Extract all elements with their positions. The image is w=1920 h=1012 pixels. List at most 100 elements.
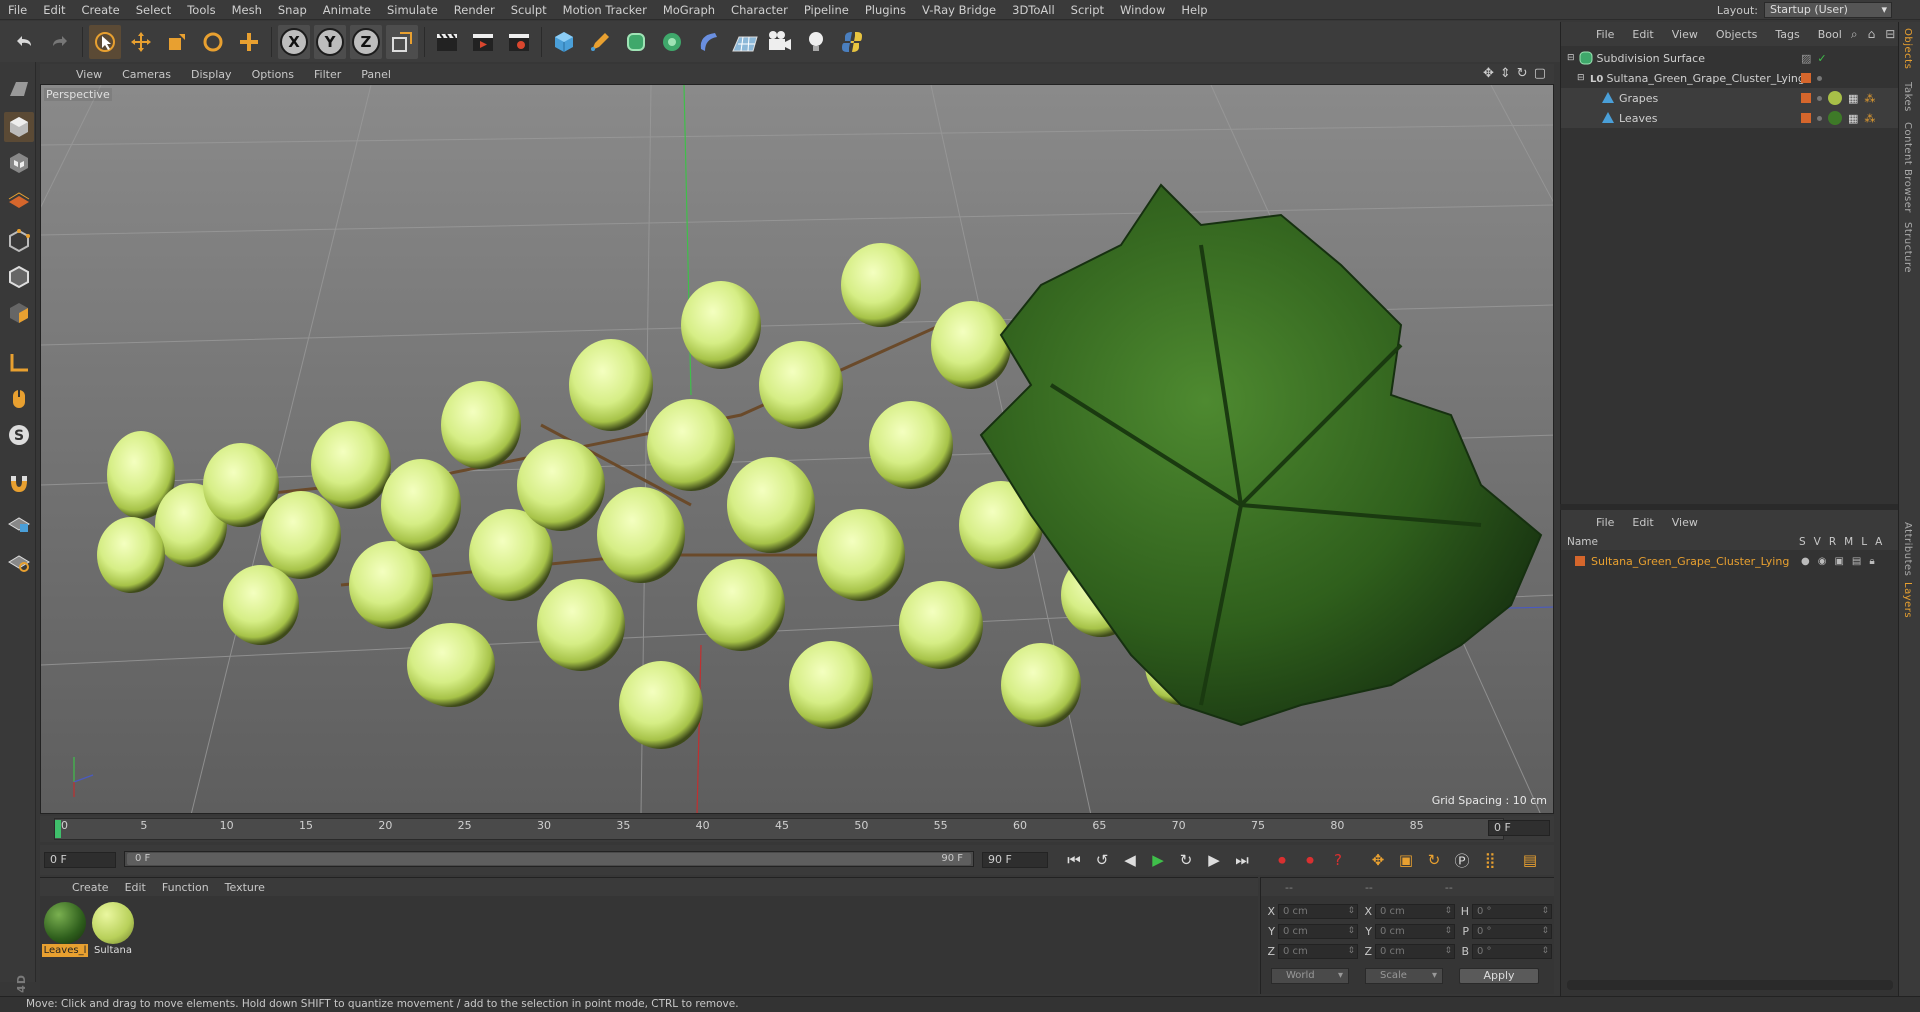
viewport-menu-display[interactable]: Display [181,68,242,81]
layer-color-icon[interactable] [1801,113,1811,123]
visibility-dot-icon[interactable] [1817,75,1822,81]
live-selection-button[interactable] [89,24,121,59]
menu-file[interactable]: File [0,0,35,20]
viewport-menu-cameras[interactable]: Cameras [112,68,181,81]
pan-icon[interactable]: ✥ [1483,66,1494,81]
material-sultana[interactable]: Sultana [90,902,136,960]
timeline-frame-field[interactable]: 0 F [1488,820,1550,836]
menu-help[interactable]: Help [1173,0,1215,20]
mograph-cloner-button[interactable] [656,25,688,59]
next-key-button[interactable]: ↻ [1174,848,1198,872]
subdivision-button[interactable] [620,25,652,59]
dolly-icon[interactable]: ⇕ [1500,66,1511,81]
menu-window[interactable]: Window [1112,0,1173,20]
layers-menu-edit[interactable]: Edit [1623,516,1662,529]
solo-dot-icon[interactable]: ● [1801,556,1810,567]
position-x-field[interactable]: 0 cm [1278,903,1358,919]
menu-animate[interactable]: Animate [315,0,379,20]
apply-button[interactable]: Apply [1459,968,1539,984]
y-axis-button[interactable]: Y [314,24,346,59]
menu-create[interactable]: Create [74,0,128,20]
key-scale-button[interactable]: ▣ [1394,848,1418,872]
next-frame-button[interactable]: ▶ [1202,848,1226,872]
lock-icon[interactable]: 🔒︎ [1869,556,1874,567]
menu-3dtoall[interactable]: 3DToAll [1004,0,1063,20]
perspective-viewport[interactable]: Perspective Grid Spacing : 10 cm [40,84,1554,814]
polygons-mode-button[interactable] [4,298,34,328]
menu-vray-bridge[interactable]: V-Ray Bridge [914,0,1004,20]
size-x-field[interactable]: 0 cm [1375,903,1455,919]
workplane-snap-button[interactable] [4,546,34,576]
object-row-grape-cluster[interactable]: ⊟ L0 Sultana_Green_Grape_Cluster_Lying [1561,68,1899,88]
go-to-end-button[interactable]: ⏭ [1230,848,1254,872]
layer-color-icon[interactable] [1801,93,1811,103]
phong-tag-icon[interactable]: ⁂ [1864,112,1875,125]
menu-select[interactable]: Select [128,0,179,20]
render-icon[interactable]: ▣ [1834,556,1843,567]
eye-icon[interactable]: ◉ [1818,556,1827,567]
make-editable-button[interactable] [4,74,34,104]
objects-menu-objects[interactable]: Objects [1707,28,1767,41]
cube-button[interactable] [548,25,580,59]
layers-menu-file[interactable]: File [1587,516,1623,529]
layer-color-icon[interactable] [1575,556,1585,566]
objects-menu-view[interactable]: View [1663,28,1707,41]
objects-menu-edit[interactable]: Edit [1623,28,1662,41]
search-icon[interactable]: ⌕ [1851,27,1858,42]
tab-layers[interactable]: Layers [1902,582,1913,618]
material-tag-icon[interactable] [1828,91,1842,105]
tab-takes[interactable]: Takes [1902,82,1913,112]
snap-button[interactable]: S [4,420,34,450]
object-row-subdivision-surface[interactable]: ⊟ Subdivision Surface ▨ ✓ [1561,48,1899,68]
rotation-b-field[interactable]: 0 ° [1472,943,1552,959]
preview-range-slider[interactable]: 0 F 90 F [124,851,974,867]
tweak-mode-button[interactable] [4,384,34,414]
orbit-icon[interactable]: ↻ [1517,66,1528,81]
phong-tag-icon[interactable]: ⁂ [1864,92,1875,105]
material-menu-create[interactable]: Create [64,881,117,894]
uvw-tag-icon[interactable]: ▦ [1848,92,1858,105]
pen-tool-button[interactable] [584,25,616,59]
workplane-grid-button[interactable] [4,508,34,538]
tab-objects[interactable]: Objects [1902,28,1913,69]
layer-horizontal-scrollbar[interactable] [1567,980,1893,990]
rotation-h-field[interactable]: 0 ° [1472,903,1552,919]
move-tool-button[interactable] [125,25,157,59]
object-row-grapes[interactable]: Grapes ▦ ⁂ [1561,88,1899,108]
timeline-window-button[interactable]: ▤ [1518,848,1542,872]
menu-mograph[interactable]: MoGraph [655,0,723,20]
light-button[interactable] [800,25,832,59]
undo-button[interactable] [8,25,40,59]
key-rotation-button[interactable]: ↻ [1422,848,1446,872]
menu-mesh[interactable]: Mesh [224,0,270,20]
workplane-button[interactable] [4,184,34,214]
model-mode-button[interactable] [4,112,34,142]
key-pla-button[interactable]: ⣿ [1478,848,1502,872]
tab-structure[interactable]: Structure [1902,222,1913,273]
objects-menu-bool[interactable]: Bool [1809,28,1851,41]
preview-range-bar[interactable]: 0 F 90 F [127,853,971,865]
python-button[interactable] [836,25,868,59]
auto-key-button[interactable]: ⏺ [1298,848,1322,872]
visibility-dot-icon[interactable] [1817,95,1822,101]
material-tag-icon[interactable] [1828,111,1842,125]
deformer-button[interactable] [692,25,724,59]
previous-frame-button[interactable]: ◀ [1118,848,1142,872]
previous-key-button[interactable]: ↺ [1090,848,1114,872]
tab-content-browser[interactable]: Content Browser [1902,122,1913,213]
menu-motion-tracker[interactable]: Motion Tracker [555,0,655,20]
menu-pipeline[interactable]: Pipeline [796,0,857,20]
menu-render[interactable]: Render [446,0,503,20]
size-y-field[interactable]: 0 cm [1375,923,1455,939]
key-parameter-button[interactable]: Ⓟ [1450,848,1474,872]
current-frame-field[interactable]: 0 F [44,852,116,868]
z-axis-button[interactable]: Z [350,24,382,59]
tab-attributes[interactable]: Attributes [1902,522,1913,576]
objects-menu-tags[interactable]: Tags [1766,28,1808,41]
layer-row[interactable]: Sultana_Green_Grape_Cluster_Lying ● ◉ ▣ … [1561,552,1899,570]
menu-tools[interactable]: Tools [179,0,223,20]
menu-simulate[interactable]: Simulate [379,0,446,20]
end-frame-field[interactable]: 90 F [982,852,1048,868]
magnet-button[interactable] [4,468,34,498]
manager-icon[interactable]: ▤ [1852,556,1861,567]
